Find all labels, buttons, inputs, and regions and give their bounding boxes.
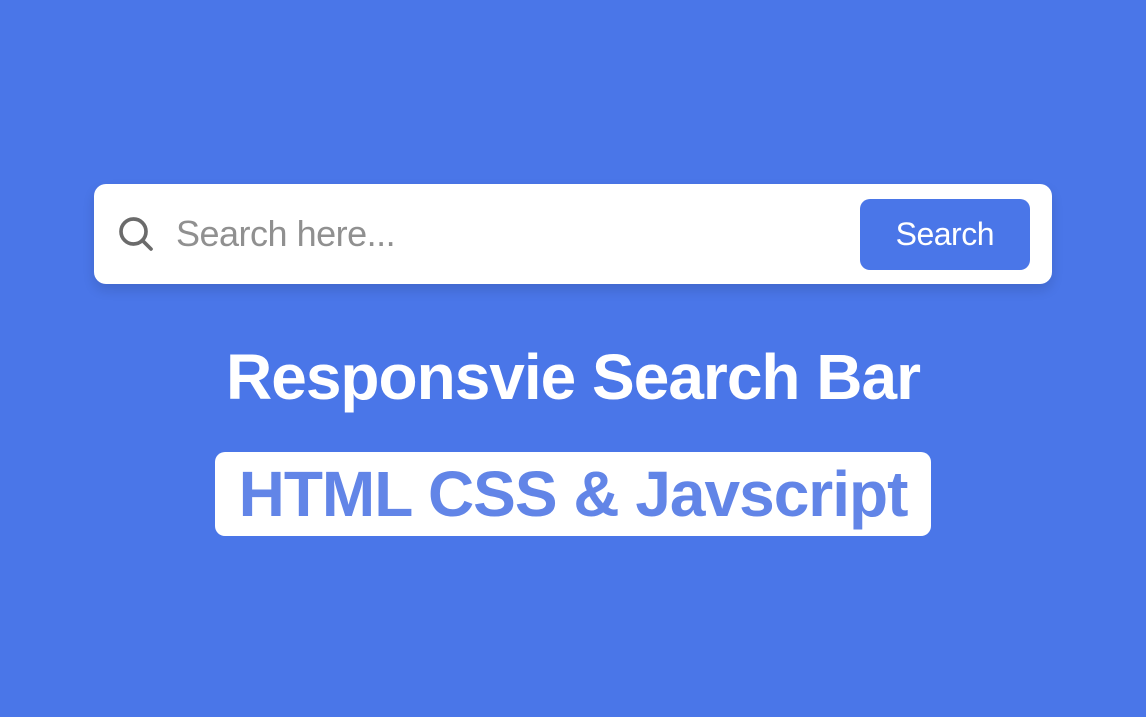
- search-bar: Search: [94, 184, 1052, 284]
- search-input[interactable]: [176, 213, 860, 255]
- page-heading: Responsvie Search Bar: [215, 340, 932, 414]
- subheading-box: HTML CSS & Javscript: [215, 452, 932, 536]
- search-button[interactable]: Search: [860, 199, 1030, 270]
- search-icon: [116, 214, 156, 254]
- page-subheading: HTML CSS & Javscript: [239, 457, 908, 531]
- heading-section: Responsvie Search Bar HTML CSS & Javscri…: [215, 340, 932, 536]
